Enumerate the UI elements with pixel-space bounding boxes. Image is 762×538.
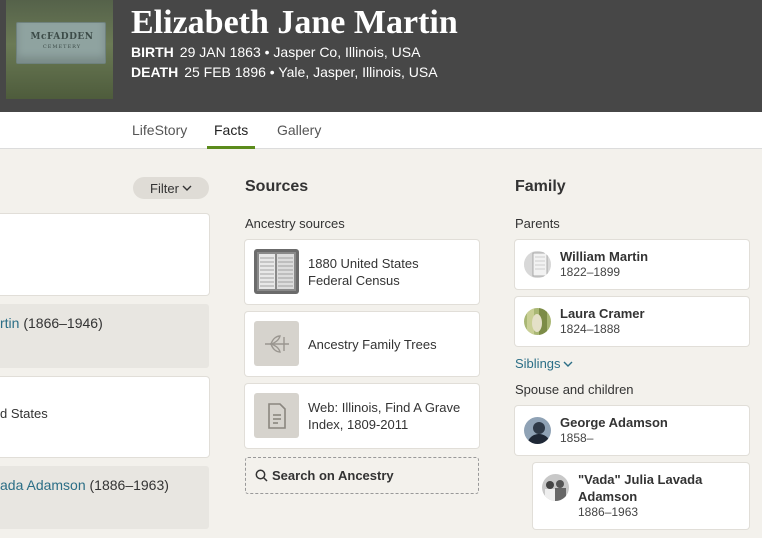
parent-years: 1824–1888 bbox=[560, 322, 621, 336]
birth-value: 29 JAN 1863 • Jasper Co, Illinois, USA bbox=[179, 44, 421, 60]
headstone-text: McFADDEN bbox=[30, 32, 94, 42]
tab-lifestory[interactable]: LifeStory bbox=[125, 112, 194, 149]
source-card[interactable]: Ancestry Family Trees bbox=[245, 312, 479, 376]
parent-card-father[interactable]: William Martin 1822–1899 bbox=[515, 240, 749, 289]
search-on-ancestry-label: Search on Ancestry bbox=[272, 468, 394, 483]
siblings-toggle[interactable]: Siblings bbox=[515, 356, 573, 371]
parent-years: 1822–1899 bbox=[560, 265, 621, 279]
avatar bbox=[524, 308, 551, 335]
avatar bbox=[542, 474, 569, 501]
event-card[interactable] bbox=[0, 214, 209, 295]
source-title: 1880 United States Federal Census bbox=[308, 256, 419, 288]
siblings-label: Siblings bbox=[515, 356, 561, 371]
sources-title: Sources bbox=[245, 178, 309, 195]
death-value: 25 FEB 1896 • Yale, Jasper, Illinois, US… bbox=[184, 64, 438, 80]
spouse-children-label: Spouse and children bbox=[515, 382, 634, 397]
filter-button[interactable]: Filter bbox=[133, 177, 209, 199]
chevron-down-icon bbox=[563, 361, 573, 367]
tab-gallery[interactable]: Gallery bbox=[270, 112, 328, 149]
event-card[interactable]: ada Adamson (1886–1963) bbox=[0, 466, 209, 529]
tab-bar: LifeStory Facts Gallery bbox=[0, 112, 762, 149]
source-title: Ancestry Family Trees bbox=[308, 337, 437, 352]
spouse-name: George Adamson bbox=[560, 415, 668, 430]
person-photo[interactable]: McFADDEN CEMETERY bbox=[6, 0, 113, 99]
event-relative-link[interactable]: ada Adamson bbox=[0, 477, 86, 493]
search-icon bbox=[255, 469, 268, 482]
family-tree-leaf-icon bbox=[254, 321, 299, 366]
death-fact: DEATH 25 FEB 1896 • Yale, Jasper, Illinoi… bbox=[131, 64, 438, 80]
death-label: DEATH bbox=[131, 64, 179, 80]
source-card[interactable]: 1880 United States Federal Census bbox=[245, 240, 479, 304]
family-title: Family bbox=[515, 178, 566, 195]
child-card[interactable]: "Vada" Julia Lavada Adamson 1886–1963 bbox=[533, 463, 749, 529]
child-years: 1886–1963 bbox=[578, 505, 639, 519]
event-relative-link[interactable]: rtin bbox=[0, 315, 19, 331]
avatar bbox=[524, 417, 551, 444]
document-icon bbox=[254, 393, 299, 438]
chevron-down-icon bbox=[182, 185, 192, 191]
census-document-icon bbox=[254, 249, 299, 294]
person-header: McFADDEN CEMETERY Elizabeth Jane Martin … bbox=[0, 0, 762, 112]
parent-card-mother[interactable]: Laura Cramer 1824–1888 bbox=[515, 297, 749, 346]
headstone-subtext: CEMETERY bbox=[42, 44, 82, 50]
event-relative-years: (1866–1946) bbox=[23, 315, 103, 331]
parent-name: William Martin bbox=[560, 249, 649, 264]
ancestry-sources-label: Ancestry sources bbox=[245, 216, 345, 231]
spouse-card[interactable]: George Adamson 1858– bbox=[515, 406, 749, 455]
source-card[interactable]: Web: Illinois, Find A Grave Index, 1809-… bbox=[245, 384, 479, 448]
event-relative: rtin (1866–1946) bbox=[0, 315, 103, 331]
event-card[interactable]: d States bbox=[0, 377, 209, 457]
spouse-years: 1858– bbox=[560, 431, 594, 445]
headstone: McFADDEN CEMETERY bbox=[16, 22, 106, 64]
event-relative-years: (1886–1963) bbox=[89, 477, 169, 493]
filter-label: Filter bbox=[150, 180, 179, 196]
event-place: d States bbox=[0, 406, 48, 421]
birth-fact: BIRTH 29 JAN 1863 • Jasper Co, Illinois, … bbox=[131, 44, 420, 60]
parent-name: Laura Cramer bbox=[560, 306, 645, 321]
person-name: Elizabeth Jane Martin bbox=[131, 4, 458, 41]
parents-label: Parents bbox=[515, 216, 560, 231]
tab-facts[interactable]: Facts bbox=[207, 112, 256, 149]
source-title: Web: Illinois, Find A Grave Index, 1809-… bbox=[308, 400, 461, 432]
birth-label: BIRTH bbox=[131, 44, 174, 60]
search-on-ancestry-button[interactable]: Search on Ancestry bbox=[245, 457, 479, 494]
event-relative: ada Adamson (1886–1963) bbox=[0, 477, 169, 493]
child-name: "Vada" Julia Lavada Adamson bbox=[578, 472, 703, 504]
event-card[interactable]: rtin (1866–1946) bbox=[0, 304, 209, 368]
avatar bbox=[524, 251, 551, 278]
